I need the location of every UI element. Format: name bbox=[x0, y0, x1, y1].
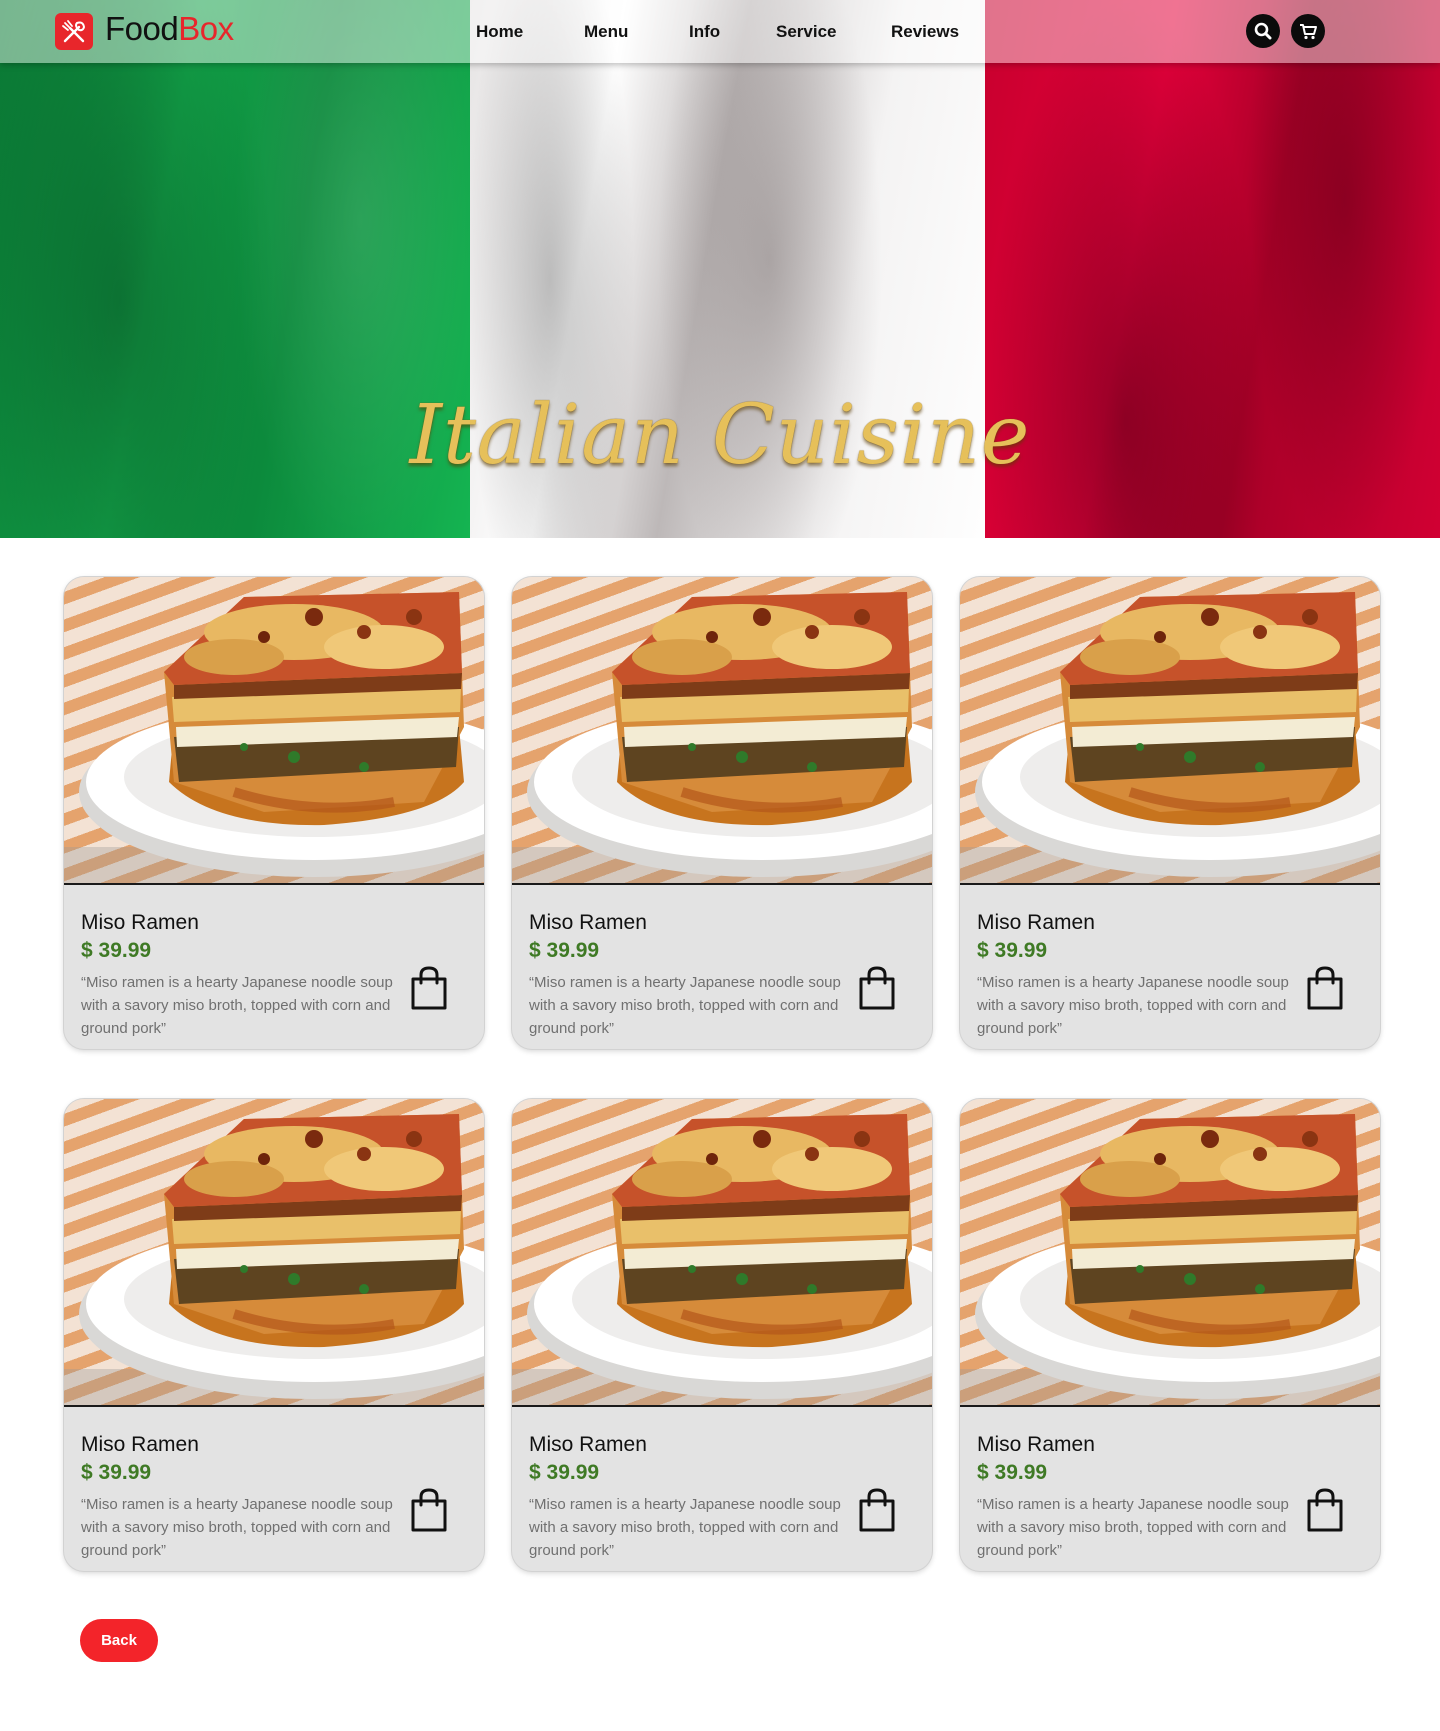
product-card[interactable]: Miso Ramen $ 39.99 “Miso ramen is a hear… bbox=[64, 1099, 484, 1571]
search-button[interactable] bbox=[1246, 14, 1280, 48]
add-to-bag-button[interactable] bbox=[855, 1487, 899, 1535]
product-name: Miso Ramen bbox=[529, 1433, 647, 1456]
product-card[interactable]: Miso Ramen $ 39.99 “Miso ramen is a hear… bbox=[960, 577, 1380, 1049]
shopping-bag-icon bbox=[411, 1488, 447, 1532]
product-name: Miso Ramen bbox=[977, 1433, 1095, 1456]
product-price: $ 39.99 bbox=[529, 939, 600, 962]
cart-button[interactable] bbox=[1291, 14, 1325, 48]
product-description: “Miso ramen is a hearty Japanese noodle … bbox=[81, 974, 393, 1037]
product-name: Miso Ramen bbox=[977, 911, 1095, 934]
product-price: $ 39.99 bbox=[977, 939, 1048, 962]
product-card[interactable]: Miso Ramen $ 39.99 “Miso ramen is a hear… bbox=[512, 1099, 932, 1571]
product-image[interactable] bbox=[512, 577, 932, 885]
product-image[interactable] bbox=[960, 1099, 1380, 1407]
product-price: $ 39.99 bbox=[81, 1461, 152, 1484]
product-description: “Miso ramen is a hearty Japanese noodle … bbox=[977, 974, 1289, 1037]
product-price: $ 39.99 bbox=[81, 939, 152, 962]
shopping-bag-icon bbox=[1307, 1488, 1343, 1532]
nav-home-link[interactable]: Home bbox=[476, 22, 523, 42]
product-name: Miso Ramen bbox=[81, 1433, 199, 1456]
logo-icon[interactable] bbox=[55, 13, 93, 50]
product-card[interactable]: Miso Ramen $ 39.99 “Miso ramen is a hear… bbox=[512, 577, 932, 1049]
product-price: $ 39.99 bbox=[977, 1461, 1048, 1484]
product-image[interactable] bbox=[64, 1099, 484, 1407]
brand-name-part2: Box bbox=[178, 10, 234, 47]
add-to-bag-button[interactable] bbox=[855, 965, 899, 1013]
add-to-bag-button[interactable] bbox=[407, 965, 451, 1013]
product-description: “Miso ramen is a hearty Japanese noodle … bbox=[529, 1496, 841, 1559]
product-price: $ 39.99 bbox=[529, 1461, 600, 1484]
shopping-bag-icon bbox=[411, 966, 447, 1010]
shopping-bag-icon bbox=[1307, 966, 1343, 1010]
search-icon bbox=[1254, 22, 1272, 40]
add-to-bag-button[interactable] bbox=[407, 1487, 451, 1535]
product-card[interactable]: Miso Ramen $ 39.99 “Miso ramen is a hear… bbox=[64, 577, 484, 1049]
product-image[interactable] bbox=[64, 577, 484, 885]
add-to-bag-button[interactable] bbox=[1303, 965, 1347, 1013]
nav-info-link[interactable]: Info bbox=[689, 22, 720, 42]
add-to-bag-button[interactable] bbox=[1303, 1487, 1347, 1535]
hero-banner: Italian Cuisine bbox=[0, 0, 1440, 538]
product-name: Miso Ramen bbox=[81, 911, 199, 934]
product-description: “Miso ramen is a hearty Japanese noodle … bbox=[529, 974, 841, 1037]
nav-reviews-link[interactable]: Reviews bbox=[891, 22, 959, 42]
brand-name-part1: Food bbox=[105, 10, 179, 47]
product-image[interactable] bbox=[960, 577, 1380, 885]
back-button[interactable]: Back bbox=[80, 1619, 158, 1662]
nav-menu-link[interactable]: Menu bbox=[584, 22, 628, 42]
nav-service-link[interactable]: Service bbox=[776, 22, 837, 42]
hero-title: Italian Cuisine bbox=[409, 388, 1031, 483]
top-navbar: FoodBox Home Menu Info Service Reviews bbox=[0, 0, 1440, 63]
cart-icon bbox=[1300, 24, 1317, 40]
product-description: “Miso ramen is a hearty Japanese noodle … bbox=[977, 1496, 1289, 1559]
product-card[interactable]: Miso Ramen $ 39.99 “Miso ramen is a hear… bbox=[960, 1099, 1380, 1571]
brand-logo-text[interactable]: FoodBox bbox=[105, 10, 234, 48]
product-description: “Miso ramen is a hearty Japanese noodle … bbox=[81, 1496, 393, 1559]
product-image[interactable] bbox=[512, 1099, 932, 1407]
shopping-bag-icon bbox=[859, 1488, 895, 1532]
product-name: Miso Ramen bbox=[529, 911, 647, 934]
shopping-bag-icon bbox=[859, 966, 895, 1010]
